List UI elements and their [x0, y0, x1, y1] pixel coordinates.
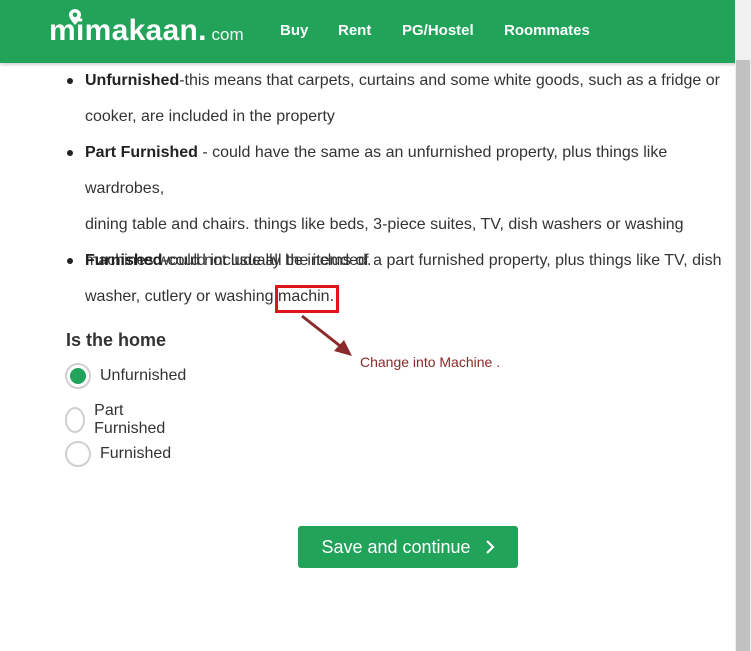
list-item: Furnished-could include all the items of…: [66, 243, 721, 315]
bullet-term: Furnished: [85, 252, 163, 269]
question-title: Is the home: [66, 330, 167, 350]
list-item: Unfurnished-this means that carpets, cur…: [66, 63, 720, 135]
bullet-text: -could include all the items of a part f…: [162, 252, 722, 269]
logo-com: com: [211, 25, 244, 44]
bullet-term: Part Furnished: [85, 144, 198, 161]
radio-unchecked-icon[interactable]: [65, 441, 91, 467]
save-button-label: Save and continue: [321, 536, 471, 557]
bullet-text: -this means that carpets, curtains and s…: [179, 72, 720, 89]
bullet-text: dining table and chairs. things like bed…: [85, 216, 684, 233]
nav-roommates[interactable]: Roommates: [504, 22, 590, 39]
logo-dot: .: [198, 14, 207, 47]
radio-label[interactable]: Furnished: [100, 445, 171, 463]
chevron-right-icon: [485, 540, 495, 554]
radio-label[interactable]: Unfurnished: [100, 367, 186, 385]
radio-unfurnished[interactable]: Unfurnished: [65, 363, 186, 389]
nav-pg-hostel[interactable]: PG/Hostel: [402, 22, 474, 39]
page: mimakaan . com Buy Rent PG/Hostel Roomma…: [0, 0, 751, 651]
annotation-highlight-box: [275, 285, 339, 313]
radio-label[interactable]: Part Furnished: [94, 402, 171, 438]
scrollbar[interactable]: [735, 0, 751, 651]
bullet-term: Unfurnished: [85, 72, 180, 89]
location-pin-icon: [69, 9, 81, 25]
radio-part-furnished[interactable]: Part Furnished: [65, 402, 171, 438]
scrollbar-thumb[interactable]: [736, 60, 750, 651]
radio-unchecked-icon[interactable]: [65, 407, 86, 433]
save-and-continue-button[interactable]: Save and continue: [298, 526, 518, 568]
bullet-text: cooker, are included in the property: [85, 108, 335, 125]
logo[interactable]: mimakaan . com: [49, 9, 244, 50]
nav-buy[interactable]: Buy: [280, 22, 308, 39]
annotation-arrow-icon: [301, 314, 352, 356]
annotation-text: Change into Machine .: [360, 354, 501, 370]
radio-furnished[interactable]: Furnished: [65, 441, 171, 467]
radio-checked-icon[interactable]: [65, 363, 91, 389]
header: mimakaan . com Buy Rent PG/Hostel Roomma…: [0, 0, 751, 63]
nav-rent[interactable]: Rent: [338, 22, 371, 39]
bullet-text: washer, cutlery or washing: [85, 288, 278, 305]
